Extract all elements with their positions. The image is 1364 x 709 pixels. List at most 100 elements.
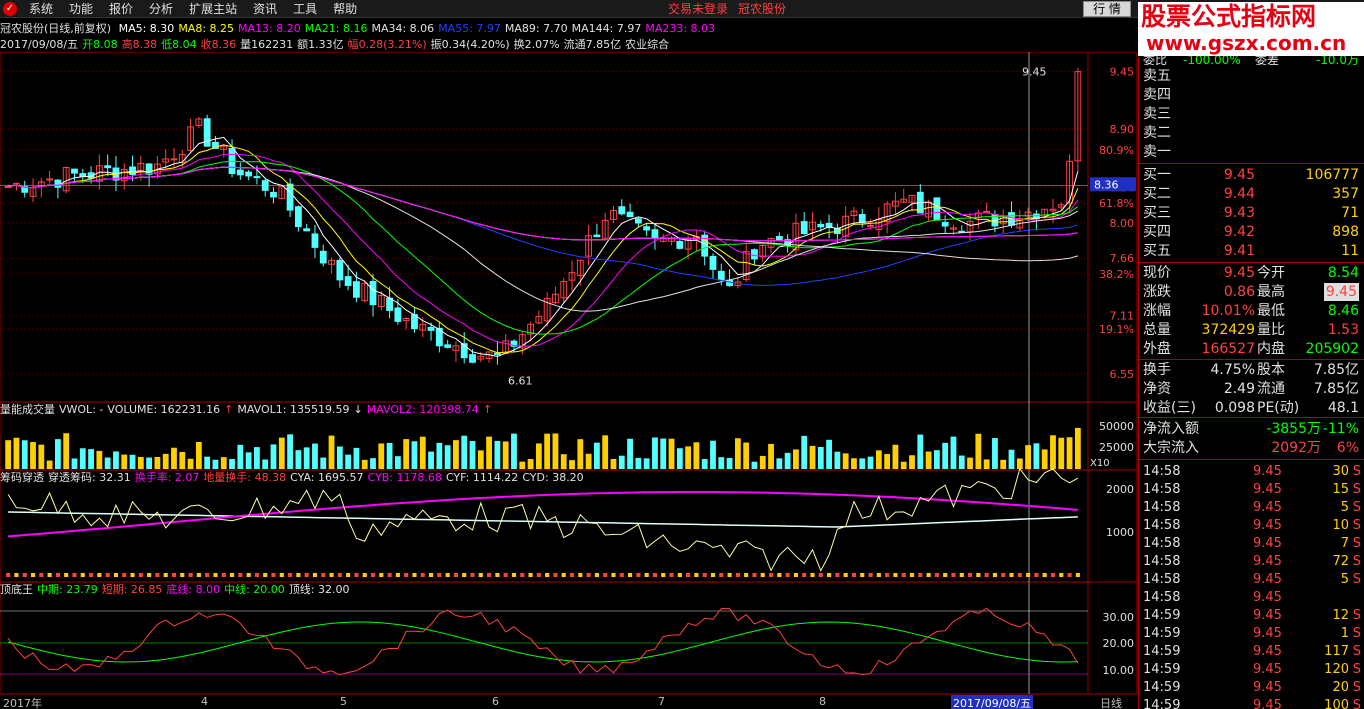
chip-bar [694, 573, 699, 577]
menu-item-1[interactable]: 功能 [61, 0, 101, 18]
buy-price: 9.45 [1223, 167, 1255, 183]
chip-bar [802, 573, 807, 577]
volume-bar [237, 444, 244, 469]
menu-item-2[interactable]: 报价 [101, 0, 141, 18]
chip-bar [229, 573, 235, 577]
volume-bar [121, 454, 128, 469]
volume-bar [776, 458, 783, 469]
volume-bar [585, 453, 592, 469]
flow-row-0: 净流入额 -3855万 -11% [1143, 420, 1361, 438]
tick-time: 14:58 [1143, 572, 1181, 587]
volume-bar [494, 440, 501, 469]
tick-time: 14:59 [1143, 608, 1181, 623]
tick-price: 9.45 [1253, 536, 1282, 551]
tick-time: 14:58 [1143, 500, 1181, 515]
candle-body [634, 218, 642, 224]
chip-bar [827, 573, 832, 577]
volume-bar [511, 433, 517, 469]
sell-label: 卖三 [1143, 106, 1171, 122]
menu-item-0[interactable]: 系统 [21, 0, 61, 18]
ma-label-0: MA5: 8.30 [118, 22, 175, 35]
ma-label-8: MA233: 8.03 [645, 22, 716, 35]
menu-item-4[interactable]: 扩展主站 [181, 0, 245, 18]
chip-bar [304, 573, 309, 577]
candle-body [444, 344, 452, 348]
chip-bar [55, 573, 60, 577]
volume-bar [834, 451, 841, 469]
buy-row-3: 买三 9.43 71 [1143, 204, 1361, 222]
volume-bar [975, 433, 982, 469]
sell-row-3: 卖三 [1143, 105, 1361, 123]
trade-login-status[interactable]: 交易未登录 [668, 0, 728, 18]
volume-bar [353, 447, 360, 469]
topbottom-legend: 顶底王 中期: 23.79 短期: 26.85 底线: 8.00 中线: 20.00 顶线… [0, 583, 1090, 596]
tick-price: 9.45 [1253, 698, 1282, 709]
stat-label-left: 总量 [1143, 322, 1171, 338]
price-axis-label: 9.45 [1110, 66, 1135, 79]
chip-bar [710, 573, 716, 577]
volume-bar [1058, 437, 1065, 469]
chip-bar [868, 573, 873, 577]
tick-price: 9.45 [1253, 608, 1282, 623]
candle-body [651, 229, 659, 239]
stat-row-4: 外盘 166527 内盘 205902 [1143, 340, 1361, 358]
volume-bar [96, 450, 103, 469]
volume-bar [992, 438, 998, 469]
buy-volume: 357 [1332, 186, 1359, 202]
chip-bar [627, 573, 633, 577]
chip-bar [113, 573, 119, 577]
tick-time: 14:59 [1143, 680, 1181, 695]
chip-bar [1026, 573, 1031, 577]
volume-bar [801, 435, 808, 469]
tick-row: 14:58 9.45 10 S [1143, 517, 1361, 535]
candle-body [867, 224, 874, 227]
chip-bar [520, 573, 525, 577]
tick-direction: S [1352, 698, 1361, 709]
tick-price: 9.45 [1253, 500, 1282, 515]
volume-bar [295, 450, 302, 469]
chip-bar [238, 573, 243, 577]
volume-bar [660, 438, 667, 469]
chip-bar [171, 573, 177, 577]
quote-button[interactable]: 行 情 [1083, 1, 1131, 17]
chip-bar [810, 573, 815, 577]
tick-volume: 5 [1340, 500, 1349, 515]
tick-direction: S [1352, 662, 1361, 677]
menu-item-3[interactable]: 分析 [141, 0, 181, 18]
candle-body [618, 206, 626, 215]
stat-value-right: 1.53 [1327, 322, 1359, 338]
stat-value-left: 166527 [1201, 341, 1255, 357]
tick-time: 14:58 [1143, 518, 1181, 533]
short-term-line [7, 607, 1079, 676]
finance-label-right: 股本 [1257, 362, 1285, 378]
mid-term-line [7, 621, 1078, 663]
volume-bar [1008, 449, 1015, 469]
tick-direction: S [1352, 680, 1361, 695]
app-logo-icon: ✓ [3, 1, 17, 16]
menu-item-5[interactable]: 资讯 [245, 0, 285, 18]
chip-label-0: 穿透筹码: 32.31 [48, 471, 131, 484]
volume-bar [734, 438, 741, 469]
menu-item-6[interactable]: 工具 [285, 0, 325, 18]
chip-bar [860, 573, 865, 577]
kline-chart-area[interactable]: 9.458.9080.9%8.3461.8%8.007.6638.2%7.111… [0, 52, 1138, 695]
volume-bar [759, 455, 766, 469]
volume-bar [171, 447, 177, 469]
chip-bar [777, 573, 782, 577]
volume-bar [933, 450, 940, 469]
menu-item-7[interactable]: 帮助 [325, 0, 365, 18]
tick-volume: 10 [1332, 518, 1349, 533]
chip-bar [652, 573, 658, 577]
volume-bar [718, 457, 725, 469]
volume-bar [262, 459, 269, 469]
chip-label-6: CYD: 38.20 [522, 471, 584, 484]
tick-volume: 30 [1332, 464, 1349, 479]
chip-bar [14, 573, 19, 577]
period-label[interactable]: 日线 [1100, 695, 1122, 709]
chip-bar [1067, 573, 1072, 577]
chip-bar [387, 573, 392, 577]
chip-bar [835, 573, 840, 577]
chip-bar [959, 573, 964, 577]
tick-direction: S [1352, 554, 1361, 569]
stat-row-1: 涨跌 0.86 最高 9.45 [1143, 283, 1361, 301]
